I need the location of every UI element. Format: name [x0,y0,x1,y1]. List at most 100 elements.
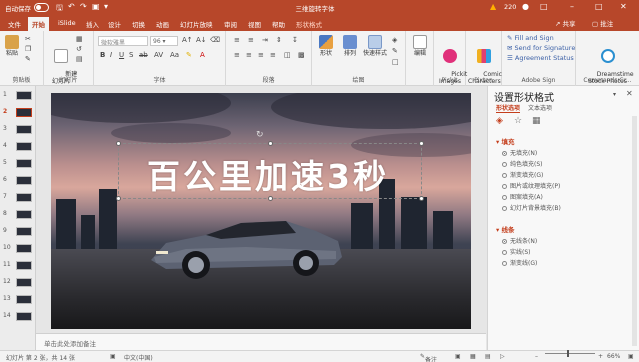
fill-option-radio[interactable]: 图片或纹理填充(P) [502,181,560,190]
tab-home[interactable]: 开始 [28,17,49,31]
comments-button[interactable]: ▢ 批注 [592,18,613,28]
numbering-icon[interactable]: ≡ [248,36,254,44]
tab-view[interactable]: 视图 [248,19,261,29]
tab-help[interactable]: 帮助 [272,19,285,29]
present-icon[interactable]: ▣ [92,2,100,11]
tab-transitions[interactable]: 切换 [132,19,145,29]
fill-option-radio[interactable]: 无填充(N) [502,148,537,157]
pane-options-icon[interactable]: ▾ [613,91,616,98]
fill-option-radio[interactable]: 图案填充(A) [502,192,543,201]
slide-thumbnail[interactable]: 7 [2,192,34,203]
indent-icon[interactable]: ⇥ [262,36,268,44]
user-badge[interactable]: 220 [504,3,516,11]
resize-handle[interactable] [419,196,424,201]
underline-icon[interactable]: U [119,51,124,59]
fill-line-icon[interactable]: ◈ [496,116,503,126]
zoom-out-icon[interactable]: – [535,353,538,360]
reading-view-icon[interactable]: ▤ [485,353,491,360]
line-option-radio[interactable]: 实线(S) [502,247,531,256]
line-option-radio[interactable]: 渐变线(G) [502,258,537,267]
fill-section-header[interactable]: ▾ 填充 [496,136,515,146]
shape-fill-icon[interactable]: ◈ [392,36,397,44]
proofing-icon[interactable]: ▣ [110,353,116,360]
undo-icon[interactable]: ↶ [68,2,75,11]
bullets-icon[interactable]: ≡ [234,36,240,44]
tab-insert[interactable]: 插入 [86,19,99,29]
quick-styles-button[interactable]: 快速样式 [363,35,387,57]
clear-format-icon[interactable]: ⌫ [210,36,220,44]
slide-thumbnail[interactable]: 2 [2,107,34,118]
tab-text-options[interactable]: 文本选项 [528,103,552,112]
sorter-view-icon[interactable]: ▦ [470,353,476,360]
tab-islide[interactable]: iSlide [58,19,76,27]
slide-thumbnail[interactable]: 5 [2,158,34,169]
pane-scrollbar[interactable] [632,116,637,346]
zoom-slider[interactable] [545,350,595,357]
ribbon-display-icon[interactable]: □ [540,2,548,11]
font-name-input[interactable]: 微软雅黑 [98,36,148,46]
section-icon[interactable]: ▤ [76,55,83,63]
slide-thumbnail[interactable]: 9 [2,226,34,237]
shrink-font-icon[interactable]: A↓ [196,36,207,44]
user-avatar-icon[interactable]: ● [522,2,529,11]
size-properties-icon[interactable]: ▦ [532,116,541,126]
spacing-icon[interactable]: AV [154,51,163,59]
customize-icon[interactable]: ▾ [104,2,108,11]
slide-thumbnail[interactable]: 1 [2,90,34,101]
justify-icon[interactable]: ≡ [270,51,276,59]
fill-option-radio[interactable]: 纯色填充(S) [502,159,543,168]
shape-effects-icon[interactable]: □ [392,58,399,66]
paste-button[interactable]: 粘贴 [3,35,21,57]
slide-thumbnail[interactable]: 3 [2,124,34,135]
fill-option-radio[interactable]: 渐变填充(G) [502,170,543,179]
tab-shape-options[interactable]: 形状选项 [496,103,521,113]
strike-icon[interactable]: ab [139,51,148,59]
slide-thumbnail[interactable]: 6 [2,175,34,186]
copy-icon[interactable]: ❐ [25,45,31,53]
language-indicator[interactable]: 中文(中国) [124,353,153,362]
effects-icon[interactable]: ☆ [514,116,522,126]
align-center-icon[interactable]: ≡ [246,51,252,59]
slide-headline-text[interactable]: 百公里加速3秒 [123,150,413,198]
tab-design[interactable]: 设计 [108,19,121,29]
autosave-toggle[interactable] [34,3,49,12]
tab-slideshow[interactable]: 幻灯片放映 [180,19,213,29]
resize-handle[interactable] [268,141,273,146]
slide-thumbnail[interactable]: 14 [2,311,34,322]
shape-outline-icon[interactable]: ✎ [392,47,398,55]
case-icon[interactable]: Aa [170,51,179,59]
line-section-header[interactable]: ▾ 线条 [496,224,515,234]
slide-canvas[interactable]: ↻ 百公里加速3秒 [51,93,471,329]
resize-handle[interactable] [419,141,424,146]
notes-pane[interactable]: 单击此处添加备注 [36,333,486,350]
smartart-icon[interactable]: ▩ [298,51,305,59]
pane-close-icon[interactable]: ✕ [626,89,633,98]
resize-handle[interactable] [116,141,121,146]
slide-thumbnail[interactable]: 13 [2,294,34,305]
slide-thumbnail[interactable]: 11 [2,260,34,271]
reset-icon[interactable]: ↺ [76,45,82,53]
tab-review[interactable]: 审阅 [224,19,237,29]
tab-file[interactable]: 文件 [8,19,21,29]
highlight-icon[interactable]: ✎ [186,51,192,59]
layout-icon[interactable]: ▦ [76,35,83,43]
fill-sign-link[interactable]: ✎ Fill and Sign [507,34,554,42]
cut-icon[interactable]: ✂ [25,35,31,43]
line-spacing-icon[interactable]: ⇕ [276,36,282,44]
columns-icon[interactable]: ◫ [284,51,291,59]
minimize-icon[interactable]: – [570,2,574,11]
zoom-level[interactable]: 66% [607,353,620,360]
maximize-icon[interactable]: □ [595,2,603,11]
edit-button[interactable]: 编辑 [409,35,431,57]
warning-icon[interactable]: ▲ [490,2,496,11]
arrange-button[interactable]: 排列 [339,35,361,57]
slide-thumbnail[interactable]: 12 [2,277,34,288]
text-direction-icon[interactable]: ↧ [292,36,298,44]
fill-option-radio[interactable]: 幻灯片背景填充(B) [502,203,561,212]
grow-font-icon[interactable]: A↑ [182,36,193,44]
save-icon[interactable]: 🖫 [56,2,63,16]
slide-thumbnail[interactable]: 4 [2,141,34,152]
line-option-radio[interactable]: 无线条(N) [502,236,537,245]
notes-toggle[interactable]: ✎ 备注 [420,353,437,362]
normal-view-icon[interactable]: ▣ [455,353,461,360]
